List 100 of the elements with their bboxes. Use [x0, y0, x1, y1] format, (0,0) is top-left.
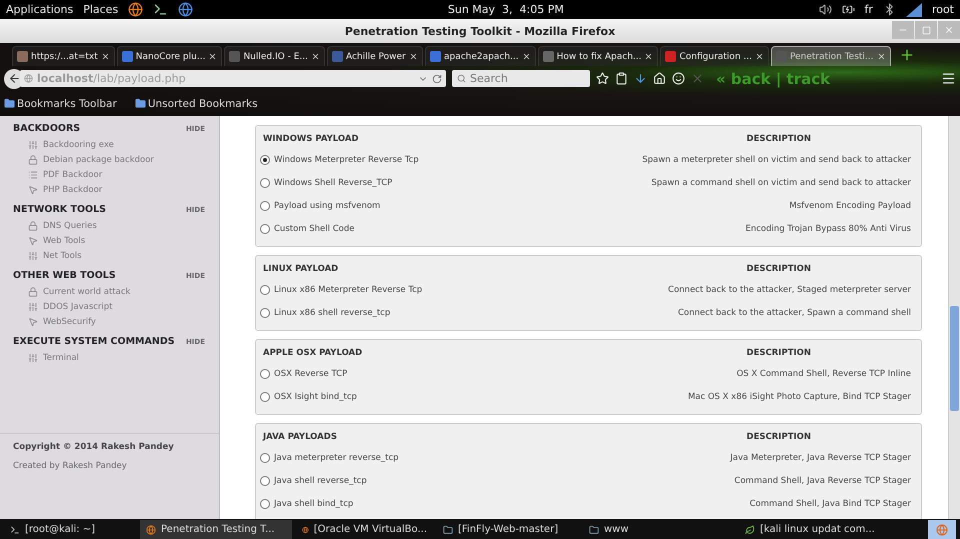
taskbar-button[interactable]: [kali linux updat com...: [739, 520, 911, 539]
close-tab-icon[interactable]: [754, 52, 764, 61]
tab-title: https:/...at=txt: [31, 52, 98, 62]
close-tab-icon[interactable]: [100, 52, 110, 61]
keyboard-layout[interactable]: fr: [864, 3, 873, 16]
close-tab-icon[interactable]: [408, 52, 418, 61]
browser-tab[interactable]: NanoCore plu...: [116, 46, 222, 66]
smiley-icon[interactable]: [672, 72, 685, 85]
scrollbar[interactable]: [948, 116, 960, 519]
payload-description: Connect back to the attacker, Spawn a command shell: [678, 308, 911, 318]
panel-heading: JAVA PAYLOADS: [263, 432, 337, 442]
taskbar-button[interactable]: [root@kali: ~]: [4, 520, 136, 539]
radio-circle[interactable]: [260, 392, 270, 402]
section-heading: OTHER WEB TOOLS: [13, 270, 116, 281]
close-tab-icon[interactable]: [208, 52, 218, 61]
user-menu[interactable]: root: [932, 3, 954, 16]
terminal-launcher-icon[interactable]: [153, 2, 168, 17]
payload-radio[interactable]: OSX Isight bind_tcp: [260, 392, 357, 402]
radio-circle[interactable]: [260, 154, 270, 164]
section-heading: NETWORK TOOLS: [13, 204, 106, 215]
browser-launcher-icon[interactable]: [128, 2, 144, 17]
payload-radio[interactable]: Java meterpreter reverse_tcp: [260, 452, 399, 462]
globe-icon: [936, 524, 948, 536]
lock-icon: [28, 286, 38, 296]
lock-icon: [28, 220, 38, 230]
payload-radio[interactable]: Payload using msfvenom: [260, 200, 380, 210]
radio-circle[interactable]: [260, 178, 270, 188]
payload-description: Command Shell, Java Bind TCP Stager: [750, 498, 911, 508]
menu-icon[interactable]: [941, 71, 956, 86]
radio-circle[interactable]: [260, 224, 270, 234]
signal-icon[interactable]: [906, 2, 922, 16]
close-tab-icon[interactable]: [310, 52, 320, 61]
list-icon: [28, 170, 38, 180]
taskbar-button[interactable]: www: [583, 520, 735, 539]
close-tab-icon[interactable]: [522, 52, 531, 61]
pointer-icon: [28, 236, 38, 246]
payload-radio[interactable]: Windows Meterpreter Reverse Tcp: [260, 154, 419, 164]
credit-text: Created by Rakesh Pandey: [13, 461, 128, 471]
favicon-icon: [332, 51, 343, 62]
column-heading: DESCRIPTION: [746, 264, 811, 274]
taskbar-button[interactable]: [FinFly-Web-master]: [437, 520, 579, 539]
browser-tab[interactable]: Penetration Testi...: [770, 46, 891, 66]
close-tab-icon[interactable]: [876, 52, 886, 61]
radio-circle[interactable]: [260, 476, 270, 486]
radio-circle[interactable]: [260, 452, 270, 462]
payload-description: Java Meterpreter, Java Reverse TCP Stager: [730, 452, 911, 462]
battery-icon[interactable]: [842, 3, 855, 16]
browser-tab[interactable]: Achille Power: [326, 46, 423, 66]
radio-circle[interactable]: [260, 200, 270, 210]
payload-radio[interactable]: Windows Shell Reverse_TCP: [260, 178, 392, 188]
sliders-icon: [28, 302, 38, 312]
panel-heading: LINUX PAYLOAD: [263, 264, 338, 274]
column-heading: DESCRIPTION: [746, 348, 811, 358]
folder-icon: [589, 524, 599, 534]
globe-icon: [146, 524, 156, 534]
payload-description: Msfvenom Encoding Payload: [789, 200, 911, 210]
pointer-icon: [28, 316, 38, 326]
home-icon[interactable]: [653, 72, 666, 85]
payload-radio[interactable]: Linux x86 shell reverse_tcp: [260, 308, 390, 318]
favicon-icon: [776, 51, 787, 62]
tab-title: Achille Power: [346, 52, 406, 62]
copyright-text: Copyright © 2014 Rakesh Pandey: [13, 442, 175, 452]
bookmark-folder[interactable]: Bookmarks Toolbar: [4, 98, 117, 110]
browser-tab[interactable]: Nulled.IO - E...: [224, 46, 325, 66]
close-tab-icon[interactable]: [644, 52, 654, 61]
payload-radio[interactable]: OSX Reverse TCP: [260, 368, 348, 378]
radio-circle[interactable]: [260, 308, 270, 318]
browser-tab[interactable]: https:/...at=txt: [12, 46, 115, 66]
clipboard-icon[interactable]: [615, 72, 628, 85]
radio-circle[interactable]: [260, 284, 270, 294]
payload-description: Connect back to the attacker, Staged meterpreter server: [668, 284, 911, 294]
payload-radio[interactable]: Custom Shell Code: [260, 224, 354, 234]
clock[interactable]: Sun May 3, 4:05 PM: [448, 3, 564, 16]
bookmark-star-icon[interactable]: [596, 72, 609, 85]
browser-tab[interactable]: Configuration ...: [660, 46, 769, 66]
reload-icon[interactable]: [432, 74, 442, 84]
window-title: Penetration Testing Toolkit - Mozilla Firefox: [344, 24, 616, 38]
browser-tab[interactable]: How to fix Apach...: [538, 46, 658, 66]
radio-circle[interactable]: [260, 498, 270, 508]
panel-menu[interactable]: Applications: [6, 3, 74, 16]
tab-title: How to fix Apach...: [556, 52, 642, 62]
favicon-icon: [17, 51, 28, 62]
volume-icon[interactable]: [818, 3, 832, 16]
bookmark-folder[interactable]: Unsorted Bookmarks: [134, 98, 258, 110]
download-icon[interactable]: [634, 72, 647, 85]
radio-circle[interactable]: [260, 368, 270, 378]
payload-radio[interactable]: Java shell reverse_tcp: [260, 476, 367, 486]
search-field[interactable]: Search: [452, 70, 590, 87]
favicon-icon: [542, 51, 554, 62]
section-heading: BACKDOORS: [13, 123, 80, 134]
new-tab-icon[interactable]: [898, 47, 915, 63]
taskbar-button[interactable]: Penetration Testing T...: [140, 520, 292, 539]
globe-icon: [302, 524, 309, 534]
taskbar-button[interactable]: [Oracle VM VirtualBo...: [296, 520, 433, 539]
browser-tab[interactable]: apache2apach...: [424, 46, 536, 66]
payload-radio[interactable]: Linux x86 Meterpreter Reverse Tcp: [260, 284, 422, 294]
panel-menu[interactable]: Places: [83, 3, 118, 16]
close-icon: [944, 25, 954, 35]
globe-launcher-icon[interactable]: [178, 2, 194, 17]
payload-radio[interactable]: Java shell bind_tcp: [260, 498, 354, 508]
